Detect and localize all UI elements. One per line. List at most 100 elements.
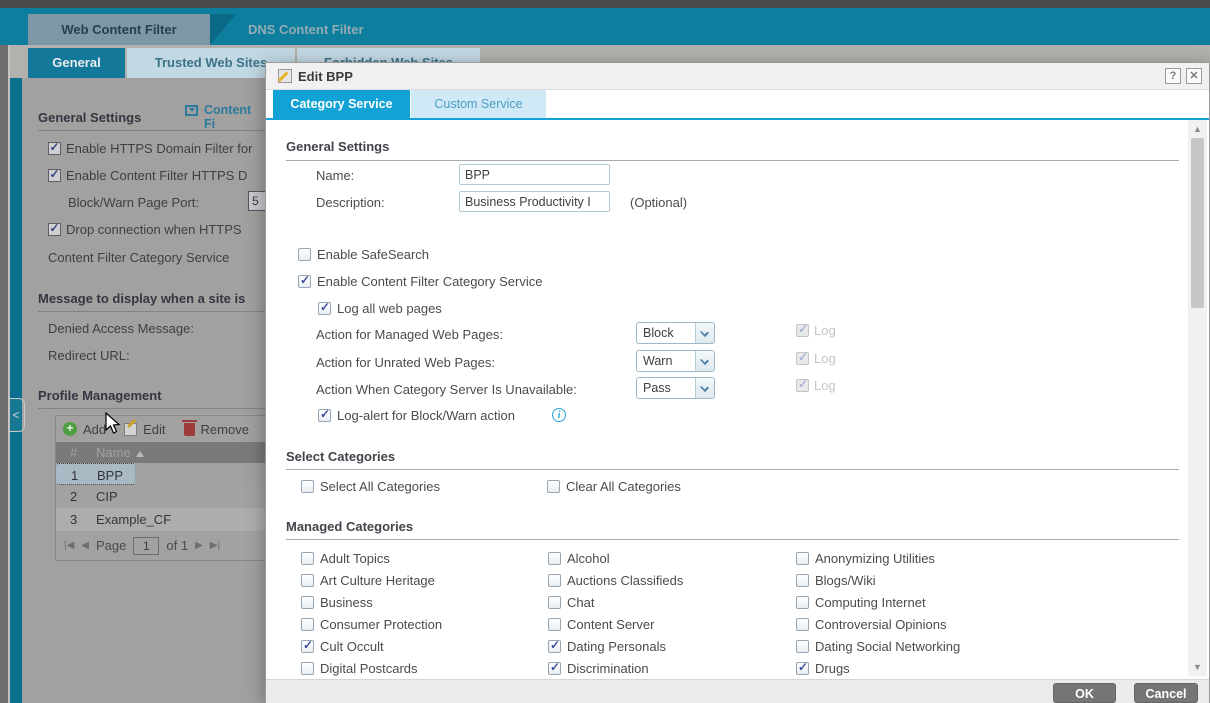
category-checkbox[interactable] xyxy=(548,574,561,587)
clear-all-categories-label: Clear All Categories xyxy=(566,479,681,494)
category-label: Discrimination xyxy=(567,661,649,676)
category-checkbox[interactable] xyxy=(301,638,314,653)
prev-page-icon[interactable]: ◀ xyxy=(81,540,89,551)
mouse-cursor xyxy=(105,412,121,434)
window-top-strip xyxy=(0,0,1210,8)
https-domain-filter-checkbox[interactable] xyxy=(48,140,61,155)
category-checkbox[interactable] xyxy=(301,618,314,631)
drop-connection-checkbox[interactable] xyxy=(48,221,61,236)
unrated-log-label: Log xyxy=(814,351,836,366)
optional-hint: (Optional) xyxy=(630,195,688,210)
category-checkbox[interactable] xyxy=(796,552,809,565)
select-all-categories-label: Select All Categories xyxy=(320,479,440,494)
category-checkbox[interactable] xyxy=(301,552,314,565)
general-settings-title: General Settings xyxy=(286,139,390,154)
help-icon[interactable]: ? xyxy=(1165,68,1181,84)
select-all-categories-checkbox[interactable] xyxy=(301,480,314,493)
log-all-web-pages-checkbox[interactable] xyxy=(318,300,331,315)
category-label: Dating Personals xyxy=(567,639,666,654)
category-label: Cult Occult xyxy=(320,639,384,654)
enable-category-service-label: Enable Content Filter Category Service xyxy=(317,274,543,289)
tab-dns-content-filter[interactable]: DNS Content Filter xyxy=(248,14,468,45)
row-name: Example_CF xyxy=(96,512,172,527)
log-alert-label: Log-alert for Block/Warn action xyxy=(337,408,515,423)
section-rule xyxy=(38,311,265,312)
action-unavailable-select[interactable]: Pass xyxy=(636,377,715,399)
name-label: Name: xyxy=(316,168,355,183)
name-input[interactable] xyxy=(459,164,610,185)
column-name[interactable]: Name xyxy=(96,442,265,463)
category-checkbox[interactable] xyxy=(548,596,561,609)
enable-category-service-checkbox[interactable] xyxy=(298,273,311,288)
enable-safesearch-checkbox[interactable] xyxy=(298,248,311,261)
action-unrated-select[interactable]: Warn xyxy=(636,350,715,372)
page-input[interactable] xyxy=(133,536,160,555)
page-label: Page xyxy=(96,538,127,553)
ok-button[interactable]: OK xyxy=(1053,683,1116,703)
select-value: Block xyxy=(643,326,674,340)
subtab-general[interactable]: General xyxy=(28,48,125,78)
chevron-down-icon[interactable] xyxy=(695,351,714,371)
category-label: Auctions Classifieds xyxy=(567,573,684,588)
block-warn-port-label: Block/Warn Page Port: xyxy=(68,195,200,210)
cancel-button[interactable]: Cancel xyxy=(1134,683,1198,703)
category-checkbox[interactable] xyxy=(548,618,561,631)
select-value: Warn xyxy=(643,354,673,368)
scroll-up-icon[interactable]: ▲ xyxy=(1188,121,1207,137)
column-number[interactable]: # xyxy=(56,442,96,463)
scroll-down-icon[interactable]: ▼ xyxy=(1188,659,1207,675)
next-page-icon[interactable]: ▶ xyxy=(195,540,203,551)
content-filter-link[interactable]: Content Fi xyxy=(204,103,265,131)
select-categories-title: Select Categories xyxy=(286,449,396,464)
edit-bpp-dialog: Edit BPP ? ✕ Category Service Custom Ser… xyxy=(265,62,1210,703)
category-checkbox[interactable] xyxy=(796,660,809,675)
scrollbar-thumb[interactable] xyxy=(1191,138,1204,308)
block-warn-port-input[interactable] xyxy=(248,191,265,211)
log-all-web-pages-label: Log all web pages xyxy=(337,301,442,316)
tab-web-content-filter[interactable]: Web Content Filter xyxy=(28,14,210,45)
first-page-icon[interactable]: |◀ xyxy=(64,540,74,551)
edit-icon xyxy=(124,422,138,436)
close-icon[interactable]: ✕ xyxy=(1186,68,1202,84)
category-checkbox[interactable] xyxy=(548,660,561,675)
category-checkbox[interactable] xyxy=(548,638,561,653)
chevron-down-icon[interactable] xyxy=(695,378,714,398)
table-row[interactable]: 2 CIP xyxy=(56,485,265,508)
profile-toolbar: + Add Edit Remove xyxy=(56,416,265,442)
edit-button[interactable]: Edit xyxy=(143,422,165,437)
denied-access-label: Denied Access Message: xyxy=(48,321,194,336)
category-label: Business xyxy=(320,595,373,610)
tab-custom-service[interactable]: Custom Service xyxy=(411,90,546,118)
category-checkbox[interactable] xyxy=(301,596,314,609)
category-checkbox[interactable] xyxy=(796,640,809,653)
category-checkbox[interactable] xyxy=(301,574,314,587)
log-alert-checkbox[interactable] xyxy=(318,407,331,422)
chevron-down-icon[interactable] xyxy=(695,323,714,343)
category-checkbox[interactable] xyxy=(548,552,561,565)
category-label: Dating Social Networking xyxy=(815,639,961,654)
last-page-icon[interactable]: ▶| xyxy=(210,540,220,551)
content-filter-https-checkbox[interactable] xyxy=(48,167,61,182)
action-unrated-label: Action for Unrated Web Pages: xyxy=(316,355,495,370)
managed-categories-title: Managed Categories xyxy=(286,519,414,534)
category-label: Digital Postcards xyxy=(320,661,418,676)
category-checkbox[interactable] xyxy=(796,618,809,631)
action-managed-select[interactable]: Block xyxy=(636,322,715,344)
category-label: Controversial Opinions xyxy=(815,617,947,632)
add-button[interactable]: Add xyxy=(83,422,106,437)
background-page: Content Fi General Settings Enable HTTPS… xyxy=(10,78,265,703)
table-row[interactable]: 3 Example_CF xyxy=(56,508,265,531)
unavailable-log-label: Log xyxy=(814,378,836,393)
enable-safesearch-label: Enable SafeSearch xyxy=(317,247,430,262)
tab-underline xyxy=(266,118,1209,120)
clear-all-categories-checkbox[interactable] xyxy=(547,480,560,493)
category-checkbox[interactable] xyxy=(301,662,314,675)
dialog-titlebar[interactable]: Edit BPP xyxy=(266,63,1209,90)
remove-button[interactable]: Remove xyxy=(201,422,249,437)
category-checkbox[interactable] xyxy=(796,574,809,587)
tab-category-service[interactable]: Category Service xyxy=(273,90,410,118)
info-icon[interactable]: i xyxy=(552,408,566,422)
description-input[interactable] xyxy=(459,191,610,212)
table-row[interactable]: 1 BPP xyxy=(56,463,135,485)
category-checkbox[interactable] xyxy=(796,596,809,609)
